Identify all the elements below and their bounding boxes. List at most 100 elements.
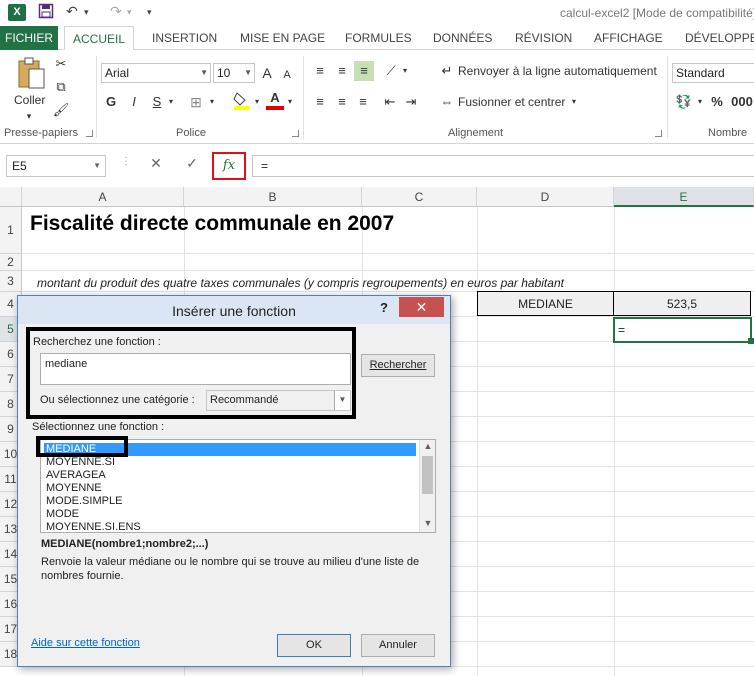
list-item[interactable]: MOYENNE.SI.ENS (44, 521, 416, 532)
shrink-font-icon[interactable]: A (279, 65, 295, 85)
tab-view[interactable]: AFFICHAGE (594, 26, 663, 50)
fill-color-dropdown-icon[interactable]: ▾ (252, 92, 262, 112)
redo-dropdown-icon[interactable]: ▾ (127, 7, 132, 18)
select-all-corner[interactable] (0, 187, 22, 207)
copy-icon[interactable]: ⧉ (52, 77, 70, 97)
chevron-down-icon[interactable]: ▼ (334, 391, 350, 410)
align-right-icon[interactable]: ≡ (354, 92, 372, 112)
cell-e5-active[interactable]: = (613, 317, 752, 343)
tab-developer[interactable]: DÉVELOPPEU (685, 26, 754, 50)
borders-dropdown-icon[interactable]: ▾ (207, 92, 217, 112)
undo-icon[interactable]: ↶ (66, 3, 78, 20)
font-size-select[interactable]: 10 ▼ (213, 63, 255, 83)
cell-a3-subtitle[interactable]: montant du produit des quatre taxes comm… (37, 276, 564, 290)
column-header-c[interactable]: C (362, 187, 477, 207)
align-left-icon[interactable]: ≡ (311, 92, 329, 112)
orientation-dropdown-icon[interactable]: ▾ (400, 61, 410, 81)
column-header-e[interactable]: E (614, 187, 754, 207)
format-painter-icon[interactable]: 🖌 (52, 100, 70, 120)
accounting-format-icon[interactable]: 💱 (673, 92, 695, 112)
wrap-text-button[interactable]: Renvoyer à la ligne automatiquement (458, 61, 657, 81)
row-header-3[interactable]: 3 (0, 271, 22, 292)
borders-icon[interactable]: ⊞ (186, 92, 206, 112)
align-middle-icon[interactable]: ≡ (333, 61, 351, 81)
dialog-title-bar[interactable]: Insérer une fonction ? ✕ (18, 296, 450, 324)
tab-page-layout[interactable]: MISE EN PAGE (240, 26, 325, 50)
column-header-b[interactable]: B (184, 187, 362, 207)
cell-d4[interactable]: MEDIANE (477, 291, 614, 316)
align-center-icon[interactable]: ≡ (333, 92, 351, 112)
scroll-thumb[interactable] (422, 456, 433, 494)
list-item[interactable]: MOYENNE.SI (44, 456, 416, 469)
merge-dropdown-icon[interactable]: ▾ (569, 92, 579, 112)
bold-button[interactable]: G (103, 92, 119, 112)
help-icon[interactable]: ? (380, 300, 388, 315)
cut-icon[interactable]: ✂ (52, 54, 70, 74)
tab-home[interactable]: ACCUEIL (64, 26, 134, 51)
font-name-select[interactable]: Arial ▼ (101, 63, 211, 83)
row-header-2[interactable]: 2 (0, 254, 22, 271)
orientation-icon[interactable]: ⟋ (381, 61, 401, 81)
tab-file[interactable]: FICHIER (0, 26, 58, 50)
customize-toolbar-icon[interactable]: ▾ (147, 7, 152, 18)
ok-button[interactable]: OK (277, 634, 351, 657)
list-item[interactable]: MOYENNE (44, 482, 416, 495)
font-launcher-icon[interactable] (292, 130, 299, 137)
tab-formulas[interactable]: FORMULES (345, 26, 412, 50)
italic-button[interactable]: I (126, 92, 142, 112)
align-top-icon[interactable]: ≡ (311, 61, 329, 81)
paste-dropdown-icon[interactable]: ▾ (14, 106, 44, 126)
search-input[interactable]: mediane (40, 353, 351, 385)
drag-handle-icon[interactable]: ⋮ (121, 156, 131, 167)
row-header-1[interactable]: 1 (0, 207, 22, 254)
list-item[interactable]: AVERAGEA (44, 469, 416, 482)
number-format-select[interactable]: Standard (672, 63, 754, 83)
font-color-dropdown-icon[interactable]: ▾ (285, 92, 295, 112)
list-item[interactable]: MODE (44, 508, 416, 521)
category-select[interactable]: Recommandé ▼ (206, 390, 351, 411)
accounting-dropdown-icon[interactable]: ▾ (695, 92, 705, 112)
underline-button[interactable]: S (149, 92, 165, 112)
cell-a1-title[interactable]: Fiscalité directe communale en 2007 (30, 212, 394, 236)
merge-center-button[interactable]: Fusionner et centrer (458, 92, 565, 112)
help-link[interactable]: Aide sur cette fonction (31, 637, 140, 649)
align-bottom-icon[interactable]: ≡ (354, 61, 374, 81)
insert-function-button[interactable]: fx (212, 152, 246, 180)
clipboard-launcher-icon[interactable] (86, 130, 93, 137)
save-icon[interactable] (38, 3, 54, 22)
cancel-button[interactable]: Annuler (361, 634, 435, 657)
decrease-indent-icon[interactable]: ⇤ (381, 92, 399, 112)
column-header-a[interactable]: A (22, 187, 184, 207)
tab-data[interactable]: DONNÉES (433, 26, 492, 50)
fill-color-icon[interactable] (232, 90, 252, 116)
increase-indent-icon[interactable]: ⇥ (402, 92, 420, 112)
formula-bar: E5 ▼ ⋮ ✕ ✓ fx = (0, 150, 754, 182)
close-button[interactable]: ✕ (399, 297, 444, 317)
merge-center-icon[interactable]: ⇔ (438, 92, 456, 112)
underline-dropdown-icon[interactable]: ▾ (166, 92, 176, 112)
fill-handle[interactable] (748, 338, 754, 344)
percent-button[interactable]: % (709, 92, 725, 112)
formula-input[interactable]: = (252, 155, 754, 177)
scroll-up-icon[interactable]: ▲ (420, 441, 435, 451)
paste-icon[interactable] (14, 56, 48, 90)
name-box[interactable]: E5 ▼ (6, 155, 106, 177)
tab-insert[interactable]: INSERTION (152, 26, 217, 50)
scroll-down-icon[interactable]: ▼ (420, 518, 435, 528)
column-header-d[interactable]: D (477, 187, 614, 207)
grow-font-icon[interactable]: A (259, 63, 275, 83)
redo-icon[interactable]: ↷ (110, 3, 122, 20)
list-scrollbar[interactable]: ▲ ▼ (419, 440, 435, 532)
alignment-launcher-icon[interactable] (655, 130, 662, 137)
enter-formula-icon[interactable]: ✓ (182, 155, 202, 172)
name-box-dropdown-icon[interactable]: ▼ (93, 156, 101, 176)
font-color-icon[interactable]: A (266, 90, 284, 110)
thousands-separator-button[interactable]: 000 (731, 92, 753, 112)
search-button[interactable]: Rechercher (361, 354, 435, 377)
list-item[interactable]: MODE.SIMPLE (44, 495, 416, 508)
wrap-text-icon[interactable]: ↵ (438, 61, 456, 81)
cell-e4[interactable]: 523,5 (614, 291, 751, 316)
undo-dropdown-icon[interactable]: ▾ (84, 7, 89, 18)
tab-review[interactable]: RÉVISION (515, 26, 572, 50)
cancel-formula-icon[interactable]: ✕ (146, 155, 166, 172)
